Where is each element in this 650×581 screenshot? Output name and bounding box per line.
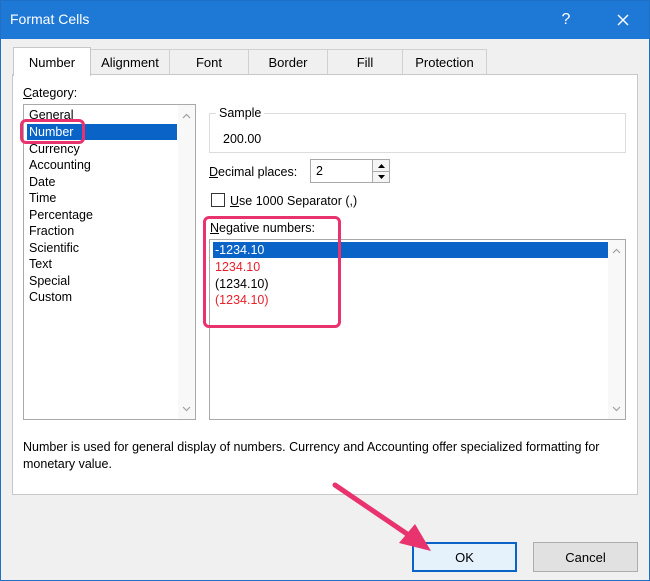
category-label: Category:	[23, 86, 78, 100]
sample-value: 200.00	[223, 132, 262, 146]
decimal-places-stepper[interactable]	[372, 159, 390, 183]
category-item-accounting[interactable]: Accounting	[27, 157, 91, 173]
dialog-title: Format Cells	[10, 11, 90, 27]
chevron-down-icon[interactable]	[608, 400, 625, 417]
category-item-time[interactable]: Time	[27, 190, 56, 206]
decimal-places-label: Decimal places:	[209, 165, 298, 179]
sample-label: Sample	[216, 106, 265, 120]
sample-group	[209, 113, 626, 153]
chevron-down-icon[interactable]	[178, 400, 195, 417]
chevron-up-icon[interactable]	[178, 107, 195, 124]
title-bar: Format Cells ?	[1, 1, 649, 39]
number-highlight-annotation	[20, 119, 85, 144]
category-list[interactable]: General Number Currency Accounting Date …	[23, 104, 196, 420]
tab-border[interactable]: Border	[248, 49, 328, 75]
tab-protection[interactable]: Protection	[402, 49, 487, 75]
category-description: Number is used for general display of nu…	[23, 440, 600, 471]
help-icon: ?	[561, 11, 571, 28]
format-cells-dialog: Format Cells ? Number Alignment Font Bor…	[0, 0, 650, 581]
tab-fill[interactable]: Fill	[327, 49, 403, 75]
category-item-percentage[interactable]: Percentage	[27, 207, 93, 223]
ok-button[interactable]: OK	[412, 542, 517, 572]
thousands-separator-checkbox[interactable]	[211, 193, 225, 207]
tab-alignment[interactable]: Alignment	[90, 49, 170, 75]
tab-number[interactable]: Number	[13, 47, 91, 76]
category-item-text[interactable]: Text	[27, 256, 52, 272]
help-button[interactable]: ?	[549, 1, 583, 39]
category-scrollbar[interactable]	[178, 105, 195, 419]
spin-up-icon[interactable]	[373, 160, 389, 171]
category-item-fraction[interactable]: Fraction	[27, 223, 74, 239]
spin-down-icon[interactable]	[373, 171, 389, 182]
decimal-places-input[interactable]: 2	[310, 159, 373, 183]
category-item-date[interactable]: Date	[27, 174, 55, 190]
category-item-special[interactable]: Special	[27, 273, 70, 289]
category-item-custom[interactable]: Custom	[27, 289, 72, 305]
negative-numbers-scrollbar[interactable]	[608, 240, 625, 419]
negative-numbers-highlight-annotation	[203, 216, 341, 328]
close-icon	[617, 14, 629, 26]
category-item-scientific[interactable]: Scientific	[27, 240, 79, 256]
chevron-up-icon[interactable]	[608, 242, 625, 259]
tab-font[interactable]: Font	[169, 49, 249, 75]
thousands-separator-label: Use 1000 Separator (,)	[230, 194, 358, 208]
cancel-button[interactable]: Cancel	[533, 542, 638, 572]
close-button[interactable]	[597, 1, 649, 39]
